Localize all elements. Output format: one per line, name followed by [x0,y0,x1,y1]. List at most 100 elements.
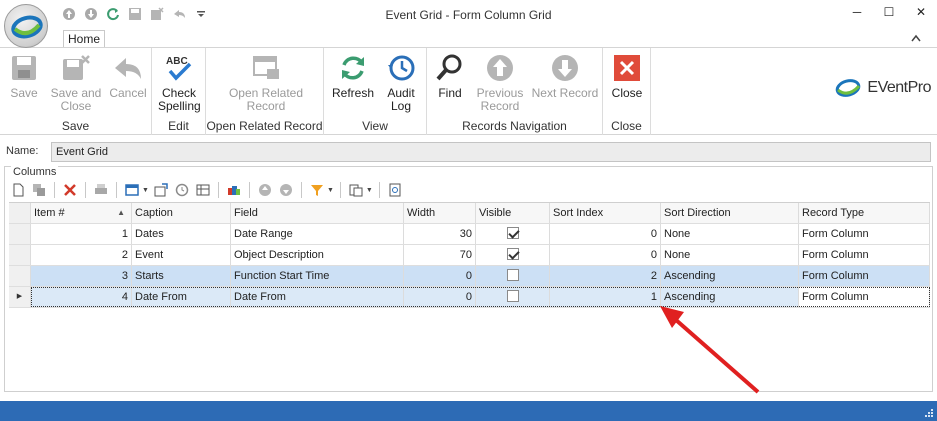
cell-sort-index[interactable]: 0 [550,224,661,244]
header-sort-direction[interactable]: Sort Direction [661,203,799,223]
table-row-selected[interactable]: 3 Starts Function Start Time 0 2 Ascendi… [9,266,930,287]
cell-caption[interactable]: Event [132,245,231,265]
cell-visible[interactable] [476,245,550,265]
columns-color-icon[interactable] [225,181,243,199]
cell-item-number[interactable]: 4 [31,287,132,307]
save-button[interactable]: Save [6,52,42,100]
visible-checkbox[interactable] [506,269,519,281]
header-field[interactable]: Field [231,203,404,223]
app-logo-button[interactable] [4,4,48,48]
layout-dropdown-icon[interactable] [123,181,141,199]
header-visible[interactable]: Visible [476,203,550,223]
cell-width[interactable]: 0 [404,287,476,307]
refresh-icon [330,52,376,84]
row-indicator[interactable] [9,266,31,286]
save-and-close-label: Save and Close [50,86,102,113]
cell-caption[interactable]: Dates [132,224,231,244]
find-button[interactable]: Find [431,52,469,100]
copy-row-icon[interactable] [30,181,48,199]
toolbar-separator [116,182,117,198]
header-caption[interactable]: Caption [132,203,231,223]
name-field[interactable]: Event Grid [51,142,931,162]
header-record-type[interactable]: Record Type [799,203,930,223]
new-row-icon[interactable] [9,181,27,199]
filter-icon[interactable] [308,181,326,199]
row-indicator-current[interactable]: ▶ [9,287,31,307]
table-row[interactable]: 2 Event Object Description 70 0 None For… [9,245,930,266]
row-indicator[interactable] [9,245,31,265]
header-item-number[interactable]: Item # ▲ [31,203,132,223]
cell-sort-index[interactable]: 1 [550,287,661,307]
toolbar-separator [217,182,219,198]
close-window-button[interactable]: ✕ [913,4,929,20]
close-record-button[interactable]: Close [609,52,645,100]
history-icon[interactable] [173,181,191,199]
columns-legend: Columns [11,166,59,178]
cell-item-number[interactable]: 2 [31,245,132,265]
cell-field[interactable]: Date Range [231,224,404,244]
resize-grip-icon[interactable] [924,408,934,418]
cell-field[interactable]: Function Start Time [231,266,404,286]
cell-field[interactable]: Date From [231,287,404,307]
cell-record-type[interactable]: Form Column [799,266,930,286]
cell-sort-direction[interactable]: None [661,224,799,244]
cell-width[interactable]: 0 [404,266,476,286]
cell-sort-direction[interactable]: None [661,245,799,265]
toolbar-separator [378,182,380,198]
header-sort-index[interactable]: Sort Index [550,203,661,223]
cell-width[interactable]: 70 [404,245,476,265]
audit-log-button[interactable]: Audit Log [380,52,422,113]
move-down-icon[interactable] [277,181,295,199]
chevron-down-icon[interactable]: ▼ [142,187,149,194]
cell-visible[interactable] [476,287,550,307]
visible-checkbox[interactable] [506,290,519,302]
cell-item-number[interactable]: 1 [31,224,132,244]
open-window-icon [226,52,306,84]
open-related-record-button[interactable]: Open Related Record [226,52,306,113]
title-bar: Event Grid - Form Column Grid ─ ☐ ✕ [0,0,937,48]
move-up-icon[interactable] [256,181,274,199]
collapse-ribbon-icon[interactable] [909,32,923,44]
cell-sort-direction[interactable]: Ascending [661,266,799,286]
cell-sort-index[interactable]: 0 [550,245,661,265]
header-width[interactable]: Width [404,203,476,223]
visible-checkbox[interactable] [506,248,519,260]
cell-field[interactable]: Object Description [231,245,404,265]
visible-checkbox[interactable] [506,227,519,239]
preview-icon[interactable] [386,181,404,199]
ribbon-group-save: Save Save and Close Cancel Save [0,48,152,135]
maximize-button[interactable]: ☐ [881,4,897,20]
column-chooser-icon[interactable] [347,181,365,199]
cell-record-type[interactable]: Form Column [799,287,930,307]
cell-record-type[interactable]: Form Column [799,245,930,265]
cell-item-number[interactable]: 3 [31,266,132,286]
chevron-down-icon[interactable]: ▼ [327,187,334,194]
cell-caption[interactable]: Starts [132,266,231,286]
previous-record-button[interactable]: Previous Record [473,52,527,113]
cell-width[interactable]: 30 [404,224,476,244]
cancel-button[interactable]: Cancel [108,52,148,100]
brand-name: EVentPro [867,79,931,96]
cell-visible[interactable] [476,266,550,286]
cell-record-type[interactable]: Form Column [799,224,930,244]
grid-view-icon[interactable] [194,181,212,199]
print-icon[interactable] [92,181,110,199]
delete-row-icon[interactable] [61,181,79,199]
cell-visible[interactable] [476,224,550,244]
save-and-close-button[interactable]: Save and Close [48,52,104,113]
row-indicator[interactable] [9,224,31,244]
grid-header-row: Item # ▲ Caption Field Width Visible Sor… [9,203,930,224]
next-record-button[interactable]: Next Record [531,52,599,100]
cell-sort-index[interactable]: 2 [550,266,661,286]
minimize-button[interactable]: ─ [849,4,865,20]
export-icon[interactable] [152,181,170,199]
tab-home[interactable]: Home [63,30,105,48]
table-row[interactable]: 1 Dates Date Range 30 0 None Form Column [9,224,930,245]
table-row-focused[interactable]: ▶ 4 Date From Date From 0 1 Ascending Fo… [9,287,930,308]
grid-toolbar: ▼ ▼ ▼ [9,180,404,200]
cell-caption[interactable]: Date From [132,287,231,307]
check-spelling-button[interactable]: ABC Check Spelling [158,52,201,113]
save-icon [6,52,42,84]
chevron-down-icon[interactable]: ▼ [366,187,373,194]
refresh-button[interactable]: Refresh [330,52,376,100]
